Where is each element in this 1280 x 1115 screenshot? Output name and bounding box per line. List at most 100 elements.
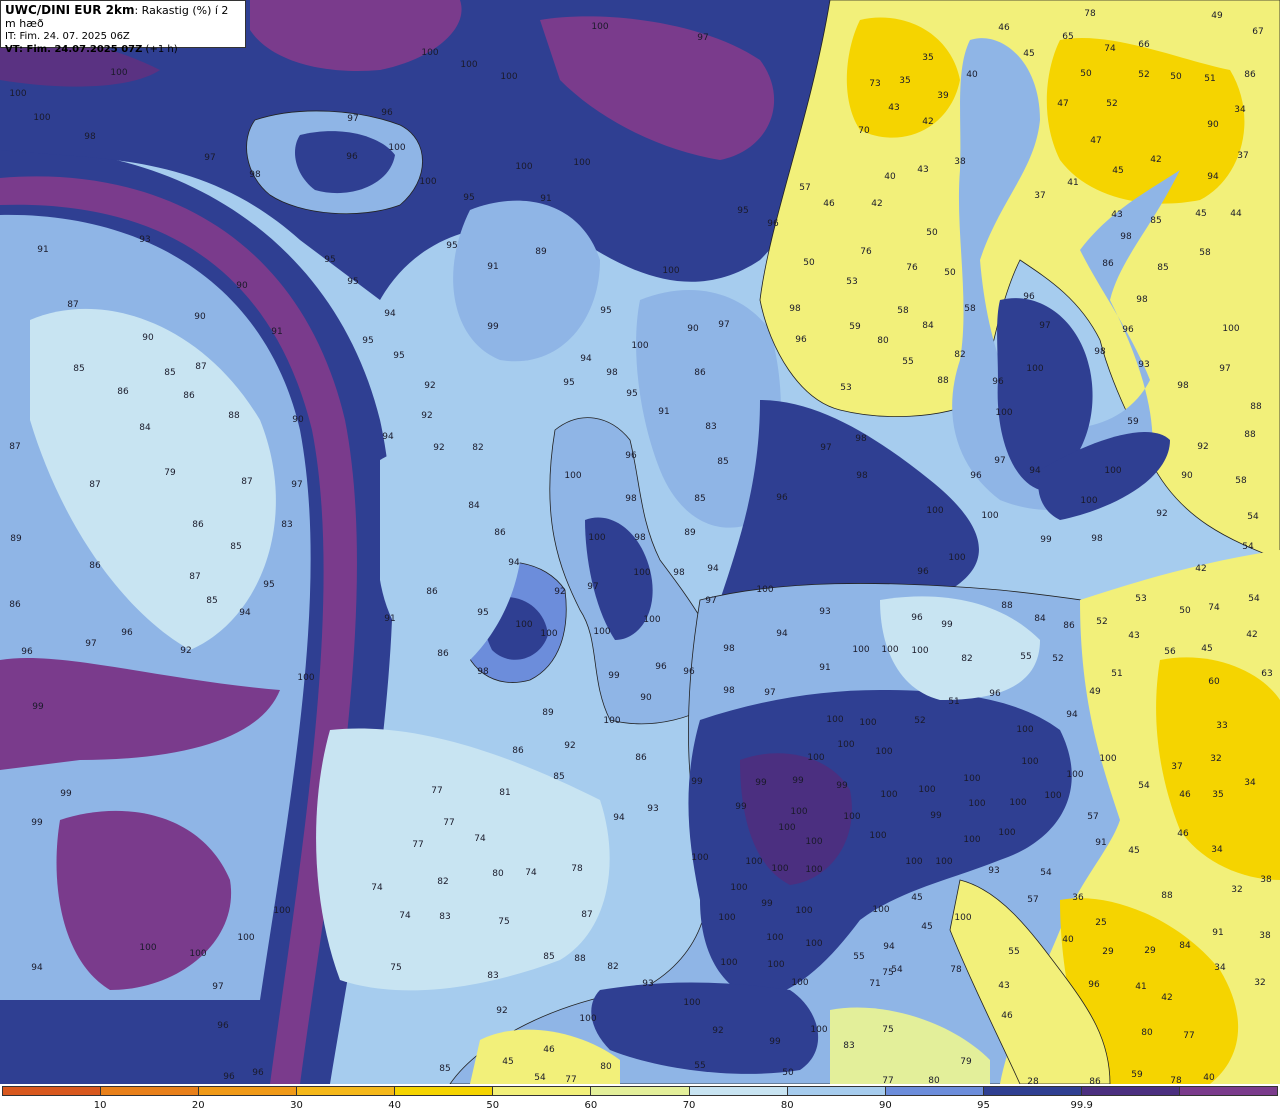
humidity-value: 100 (718, 913, 736, 923)
humidity-value: 54 (534, 1073, 546, 1083)
colorbar-tick-label: 30 (290, 1100, 303, 1111)
humidity-value: 100 (998, 828, 1016, 838)
humidity-value: 55 (902, 357, 914, 367)
humidity-value: 59 (1127, 417, 1139, 427)
humidity-value: 90 (236, 281, 248, 291)
humidity-value: 100 (995, 408, 1013, 418)
humidity-value: 98 (856, 471, 868, 481)
humidity-value: 87 (89, 480, 101, 490)
humidity-value: 70 (858, 126, 870, 136)
colorbar-segment (493, 1087, 592, 1095)
humidity-value: 86 (512, 746, 524, 756)
colorbar-tick-label: 10 (93, 1100, 107, 1111)
colorbar-tick-label: 80 (780, 1100, 794, 1111)
humidity-value: 95 (563, 378, 575, 388)
humidity-value: 99 (792, 776, 804, 786)
humidity-value: 94 (883, 942, 895, 952)
humidity-value: 96 (992, 377, 1004, 387)
colorbar-tick-label: 90 (879, 1100, 892, 1111)
humidity-value: 87 (189, 572, 201, 582)
humidity-value: 100 (805, 939, 823, 949)
humidity-value: 89 (684, 528, 696, 538)
humidity-value: 85 (543, 952, 555, 962)
humidity-value: 86 (694, 368, 706, 378)
title-box: UWC/DINI EUR 2km: Rakastig (%) í 2 m hæð… (0, 0, 246, 55)
colorbar-strip (2, 1086, 1278, 1096)
humidity-value: 91 (384, 614, 396, 624)
humidity-value: 42 (1195, 564, 1207, 574)
humidity-value: 100 (880, 790, 898, 800)
humidity-value: 47 (1090, 136, 1102, 146)
humidity-value: 46 (998, 23, 1010, 33)
humidity-value: 95 (362, 336, 374, 346)
humidity-value: 100 (603, 716, 621, 726)
humidity-value: 100 (297, 673, 315, 683)
humidity-value: 84 (468, 501, 480, 511)
humidity-value: 83 (281, 520, 293, 530)
humidity-map[interactable]: 100 97 100 100 100 100 100 100 98 97 98 97 96 96 100 10… (0, 0, 1280, 1084)
humidity-value: 42 (922, 117, 934, 127)
colorbar-labels: 10 20 30 40 50 60 70 80 90 95 99.9 (0, 1100, 1280, 1114)
humidity-value: 99 (60, 789, 72, 799)
humidity-value: 100 (791, 978, 809, 988)
colorbar-tick-label: 60 (584, 1100, 598, 1111)
humidity-value: 98 (625, 494, 637, 504)
colorbar-segment (199, 1087, 298, 1095)
humidity-value: 100 (756, 585, 774, 595)
humidity-value: 94 (239, 608, 251, 618)
colorbar-tick-label: 20 (191, 1100, 205, 1111)
humidity-value: 80 (877, 336, 889, 346)
humidity-value: 98 (634, 533, 646, 543)
humidity-value: 50 (1080, 69, 1092, 79)
humidity-value: 92 (421, 411, 433, 421)
humidity-value: 79 (164, 468, 176, 478)
humidity-value: 50 (944, 268, 956, 278)
humidity-value: 100 (807, 753, 825, 763)
humidity-value: 52 (1138, 70, 1150, 80)
humidity-value: 87 (581, 910, 593, 920)
humidity-value: 100 (573, 158, 591, 168)
humidity-value: 97 (85, 639, 97, 649)
humidity-value: 32 (1231, 885, 1243, 895)
humidity-value: 100 (189, 949, 207, 959)
humidity-value: 98 (84, 132, 96, 142)
humidity-value: 100 (745, 857, 763, 867)
humidity-value: 50 (782, 1068, 794, 1078)
humidity-value: 38 (1259, 931, 1271, 941)
humidity-value: 100 (720, 958, 738, 968)
humidity-value: 29 (1144, 946, 1156, 956)
humidity-value: 77 (431, 786, 443, 796)
humidity-value: 25 (1095, 918, 1107, 928)
humidity-value: 86 (426, 587, 438, 597)
humidity-value: 42 (1246, 630, 1258, 640)
humidity-value: 100 (579, 1014, 597, 1024)
humidity-value: 34 (1244, 778, 1256, 788)
humidity-value: 82 (607, 962, 619, 972)
colorbar-segment (787, 1087, 886, 1095)
humidity-value: 75 (882, 1025, 894, 1035)
colorbar: 10 20 30 40 50 60 70 80 90 95 99.9 (0, 1084, 1280, 1115)
humidity-value: 43 (998, 981, 1010, 991)
humidity-value: 98 (789, 304, 801, 314)
humidity-value: 100 (1016, 725, 1034, 735)
humidity-value: 96 (917, 567, 929, 577)
humidity-value: 95 (737, 206, 749, 216)
humidity-value: 99 (769, 1037, 781, 1047)
humidity-value: 45 (1195, 209, 1207, 219)
humidity-value: 100 (911, 646, 929, 656)
humidity-value: 95 (626, 389, 638, 399)
humidity-value: 53 (1135, 594, 1147, 604)
humidity-value: 100 (843, 812, 861, 822)
humidity-value: 78 (1170, 1076, 1182, 1084)
humidity-value: 99 (941, 620, 953, 630)
humidity-value: 84 (1179, 941, 1191, 951)
humidity-value: 74 (371, 883, 383, 893)
humidity-value: 96 (217, 1021, 229, 1031)
humidity-value: 95 (393, 351, 405, 361)
humidity-value: 63 (1261, 669, 1273, 679)
humidity-value: 100 (1099, 754, 1117, 764)
humidity-value: 34 (1234, 105, 1246, 115)
humidity-value: 58 (1199, 248, 1211, 258)
humidity-value: 39 (937, 91, 949, 101)
humidity-value: 36 (1072, 893, 1084, 903)
